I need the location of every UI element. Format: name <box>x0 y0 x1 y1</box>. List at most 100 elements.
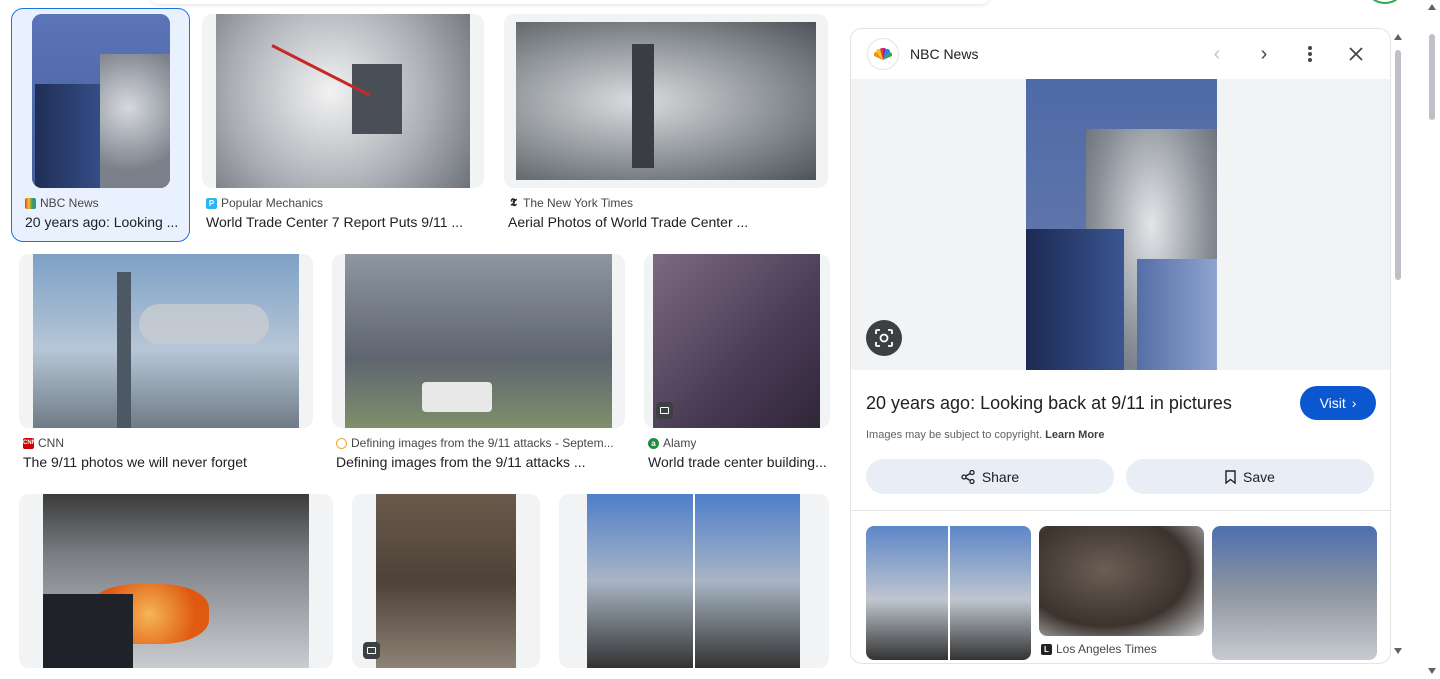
result-title[interactable]: Defining images from the 9/11 attacks ..… <box>336 454 625 470</box>
panel-scroll-up-icon[interactable] <box>1394 34 1402 40</box>
chevron-right-icon[interactable]: › <box>1252 42 1276 66</box>
lens-icon[interactable] <box>866 320 902 356</box>
page-scrollbar-thumb[interactable] <box>1429 34 1435 120</box>
visit-button[interactable]: Visit › <box>1300 386 1376 420</box>
empire-state-art <box>117 272 131 428</box>
related-image-1[interactable] <box>866 526 1031 660</box>
panel-header: NBC News ‹ › <box>851 29 1390 79</box>
result-thumbnail[interactable] <box>352 494 540 668</box>
page-scroll-up-icon[interactable] <box>1428 4 1436 10</box>
panel-title[interactable]: 20 years ago: Looking back at 9/11 in pi… <box>866 393 1232 414</box>
result-thumbnail[interactable] <box>644 254 830 428</box>
panel-divider <box>851 510 1390 511</box>
result-title[interactable]: World trade center building... <box>648 454 830 470</box>
panel-scroll-down-icon[interactable] <box>1394 648 1402 654</box>
related-image-3[interactable] <box>1212 526 1377 660</box>
result-thumbnail[interactable] <box>32 14 170 188</box>
result-source: NBC News <box>25 196 99 210</box>
result-thumbnail[interactable] <box>504 14 828 188</box>
result-title[interactable]: World Trade Center 7 Report Puts 9/11 ..… <box>206 214 484 230</box>
result-source: a Alamy <box>648 436 696 450</box>
nyt-favicon: 𝕿 <box>508 197 519 209</box>
chevron-right-icon: › <box>1351 395 1357 411</box>
result-card-row3-3[interactable] <box>559 494 829 679</box>
result-title[interactable]: 20 years ago: Looking ... <box>25 214 181 230</box>
image-type-badge <box>363 642 380 659</box>
image-preview-panel: NBC News ‹ › 20 years ago: Looking back … <box>850 28 1391 664</box>
result-source: Defining images from the 9/11 attacks - … <box>336 436 614 450</box>
panel-preview-image[interactable] <box>1026 79 1217 370</box>
result-source-label: CNN <box>38 436 64 450</box>
result-thumbnail[interactable] <box>202 14 484 188</box>
tower-art <box>1026 229 1124 370</box>
related-source: L Los Angeles Times <box>1041 642 1157 656</box>
result-thumbnail[interactable] <box>559 494 829 668</box>
result-title[interactable]: Aerial Photos of World Trade Center ... <box>508 214 828 230</box>
tower-art <box>35 84 105 188</box>
result-source-label: Alamy <box>663 436 697 450</box>
defining-images-favicon <box>336 437 347 449</box>
more-vert-icon[interactable] <box>1298 42 1322 66</box>
image-search-page: NBC News 20 years ago: Looking ... P Pop… <box>0 0 1440 679</box>
result-card-nyt[interactable]: 𝕿 The New York Times Aerial Photos of Wo… <box>504 14 828 238</box>
copyright-notice: Images may be subject to copyright. Lear… <box>866 429 1104 441</box>
bookmark-icon <box>1225 469 1236 484</box>
panel-divider-art <box>693 494 695 668</box>
close-icon[interactable] <box>1344 42 1368 66</box>
popular-mechanics-favicon: P <box>206 197 217 209</box>
aerial-smoke-art <box>216 14 470 188</box>
second-tower-art <box>1137 259 1217 370</box>
share-button-label: Share <box>981 468 1020 485</box>
result-card-alamy[interactable]: a Alamy World trade center building... <box>644 254 830 478</box>
result-source: 𝕿 The New York Times <box>508 196 633 210</box>
building-facade-art <box>653 254 820 428</box>
cnn-favicon: CNN <box>23 437 36 449</box>
rubble-art <box>376 494 516 668</box>
result-card-row3-2[interactable] <box>352 494 540 679</box>
smoke-art <box>100 54 170 188</box>
aerial-city-art <box>516 22 816 180</box>
nbc-logo-icon <box>867 38 899 70</box>
share-icon <box>961 469 975 484</box>
search-bar-edge <box>150 0 990 4</box>
related-image-2[interactable] <box>1039 526 1204 636</box>
result-card-cnn[interactable]: CNN CNN The 9/11 photos we will never fo… <box>19 254 313 478</box>
result-source-label: Defining images from the 9/11 attacks - … <box>351 436 614 450</box>
panel-image-area <box>851 79 1390 370</box>
result-card-defining-images[interactable]: Defining images from the 9/11 attacks - … <box>332 254 625 478</box>
copyright-text: Images may be subject to copyright. <box>866 429 1043 441</box>
alamy-favicon: a <box>648 437 659 449</box>
image-type-badge <box>656 402 673 419</box>
account-avatar[interactable] <box>1368 0 1402 4</box>
result-thumbnail[interactable] <box>332 254 625 428</box>
police-car-art <box>422 382 492 412</box>
tower-dark-art <box>43 594 133 668</box>
save-button-label: Save <box>1243 468 1275 485</box>
chevron-left-icon[interactable]: ‹ <box>1205 42 1229 66</box>
result-source: P Popular Mechanics <box>206 196 323 210</box>
panel-scrollbar-thumb[interactable] <box>1395 50 1401 280</box>
result-source: CNN CNN <box>23 436 64 450</box>
result-title[interactable]: The 9/11 photos we will never forget <box>23 454 313 470</box>
result-thumbnail[interactable] <box>19 254 313 428</box>
panel-source-name[interactable]: NBC News <box>910 46 978 62</box>
nbc-favicon <box>25 197 36 209</box>
building-art <box>352 64 402 134</box>
result-card-nbc[interactable]: NBC News 20 years ago: Looking ... <box>21 14 181 238</box>
result-card-row3-1[interactable] <box>19 494 333 679</box>
save-button[interactable]: Save <box>1126 459 1374 494</box>
learn-more-link[interactable]: Learn More <box>1045 429 1104 441</box>
result-thumbnail[interactable] <box>19 494 333 668</box>
result-card-popular-mechanics[interactable]: P Popular Mechanics World Trade Center 7… <box>202 14 484 238</box>
skyscraper-art <box>632 44 654 168</box>
result-source-label: NBC News <box>40 196 99 210</box>
visit-button-label: Visit <box>1319 395 1346 411</box>
share-button[interactable]: Share <box>866 459 1114 494</box>
result-source-label: The New York Times <box>523 196 634 210</box>
result-source-label: Popular Mechanics <box>221 196 324 210</box>
smoke-plume-art <box>139 304 269 344</box>
panel-divider-art <box>948 526 950 660</box>
page-scroll-down-icon[interactable] <box>1428 668 1436 674</box>
la-times-favicon: L <box>1041 643 1052 655</box>
related-source-label: Los Angeles Times <box>1056 642 1157 656</box>
